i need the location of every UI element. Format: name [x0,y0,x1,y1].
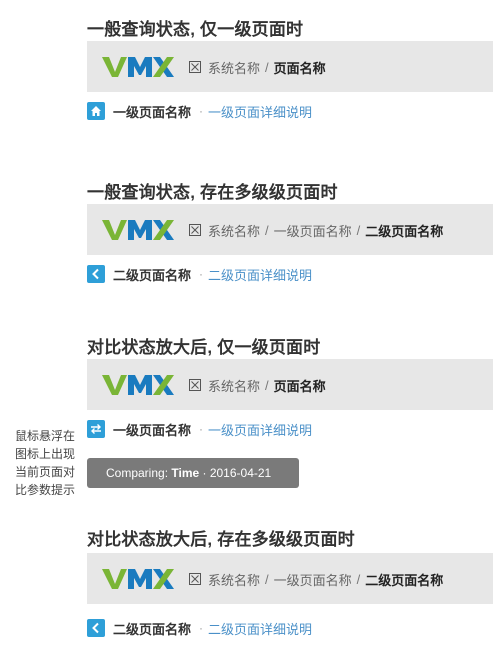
close-box-icon[interactable] [189,573,201,585]
dot-separator: · [199,422,204,436]
home-icon[interactable] [87,102,105,120]
breadcrumb: 系统名称 / 页面名称 [189,376,326,394]
vmx-logo[interactable] [102,373,174,397]
breadcrumb-separator: / [265,571,269,587]
breadcrumb-system[interactable]: 系统名称 [208,376,260,395]
page-description-link[interactable]: 二级页面详细说明 [208,265,312,284]
dot-separator: · [199,104,204,118]
section-heading: 一般查询状态, 存在多级级页面时 [87,183,338,202]
breadcrumb-system[interactable]: 系统名称 [208,58,260,77]
dot-separator: · [199,621,204,635]
compare-tooltip: Comparing: Time · 2016-04-21 [87,458,299,488]
tooltip-prefix: Comparing: [106,466,172,480]
breadcrumb-separator: / [356,222,361,238]
page-description-link[interactable]: 一级页面详细说明 [208,102,312,121]
section-heading: 对比状态放大后, 仅一级页面时 [87,338,321,357]
page-title-row: 一级页面名称 · 一级页面详细说明 [87,420,312,438]
back-arrow-icon[interactable] [87,265,105,283]
breadcrumb-separator: / [356,571,361,587]
page-description-link[interactable]: 一级页面详细说明 [208,420,312,439]
header-bar: 系统名称 / 页面名称 [87,41,493,92]
close-box-icon[interactable] [189,224,201,236]
page-description-link[interactable]: 二级页面详细说明 [208,619,312,638]
close-box-icon[interactable] [189,61,201,73]
breadcrumb-system[interactable]: 系统名称 [208,570,260,589]
breadcrumb: 系统名称 / 页面名称 [189,58,326,76]
back-arrow-icon[interactable] [87,619,105,637]
header-bar: 系统名称 / 一级页面名称 / 二级页面名称 [87,204,493,255]
tooltip-key: Time [171,466,200,480]
breadcrumb-separator: / [265,222,269,238]
breadcrumb-current: 二级页面名称 [365,572,444,588]
page-name: 一级页面名称 [113,422,192,438]
breadcrumb-separator: / [265,377,269,393]
page-title-row: 一级页面名称 · 一级页面详细说明 [87,102,312,120]
breadcrumb-level1[interactable]: 一级页面名称 [274,570,352,589]
breadcrumb-level1[interactable]: 一级页面名称 [274,221,352,240]
breadcrumb: 系统名称 / 一级页面名称 / 二级页面名称 [189,570,443,588]
header-bar: 系统名称 / 页面名称 [87,359,493,410]
header-bar: 系统名称 / 一级页面名称 / 二级页面名称 [87,553,493,604]
section-heading: 对比状态放大后, 存在多级级页面时 [87,530,355,549]
breadcrumb-current: 页面名称 [273,378,326,394]
vmx-logo[interactable] [102,55,174,79]
close-box-icon[interactable] [189,379,201,391]
page-name: 一级页面名称 [113,104,192,120]
tooltip-value: · 2016-04-21 [199,466,272,480]
page-name: 二级页面名称 [113,267,192,283]
breadcrumb-separator: / [265,59,269,75]
breadcrumb-current: 二级页面名称 [365,223,444,239]
vmx-logo[interactable] [102,567,174,591]
page-title-row: 二级页面名称 · 二级页面详细说明 [87,265,312,283]
breadcrumb: 系统名称 / 一级页面名称 / 二级页面名称 [189,221,443,239]
dot-separator: · [199,267,204,281]
section-heading: 一般查询状态, 仅一级页面时 [87,20,304,39]
page-name: 二级页面名称 [113,621,192,637]
compare-swap-icon[interactable] [87,420,105,438]
breadcrumb-current: 页面名称 [273,60,326,76]
vmx-logo[interactable] [102,218,174,242]
page-title-row: 二级页面名称 · 二级页面详细说明 [87,619,312,637]
breadcrumb-system[interactable]: 系统名称 [208,221,260,240]
hover-hint-note: 鼠标悬浮在图标上出现当前页面对比参数提示 [15,429,76,497]
